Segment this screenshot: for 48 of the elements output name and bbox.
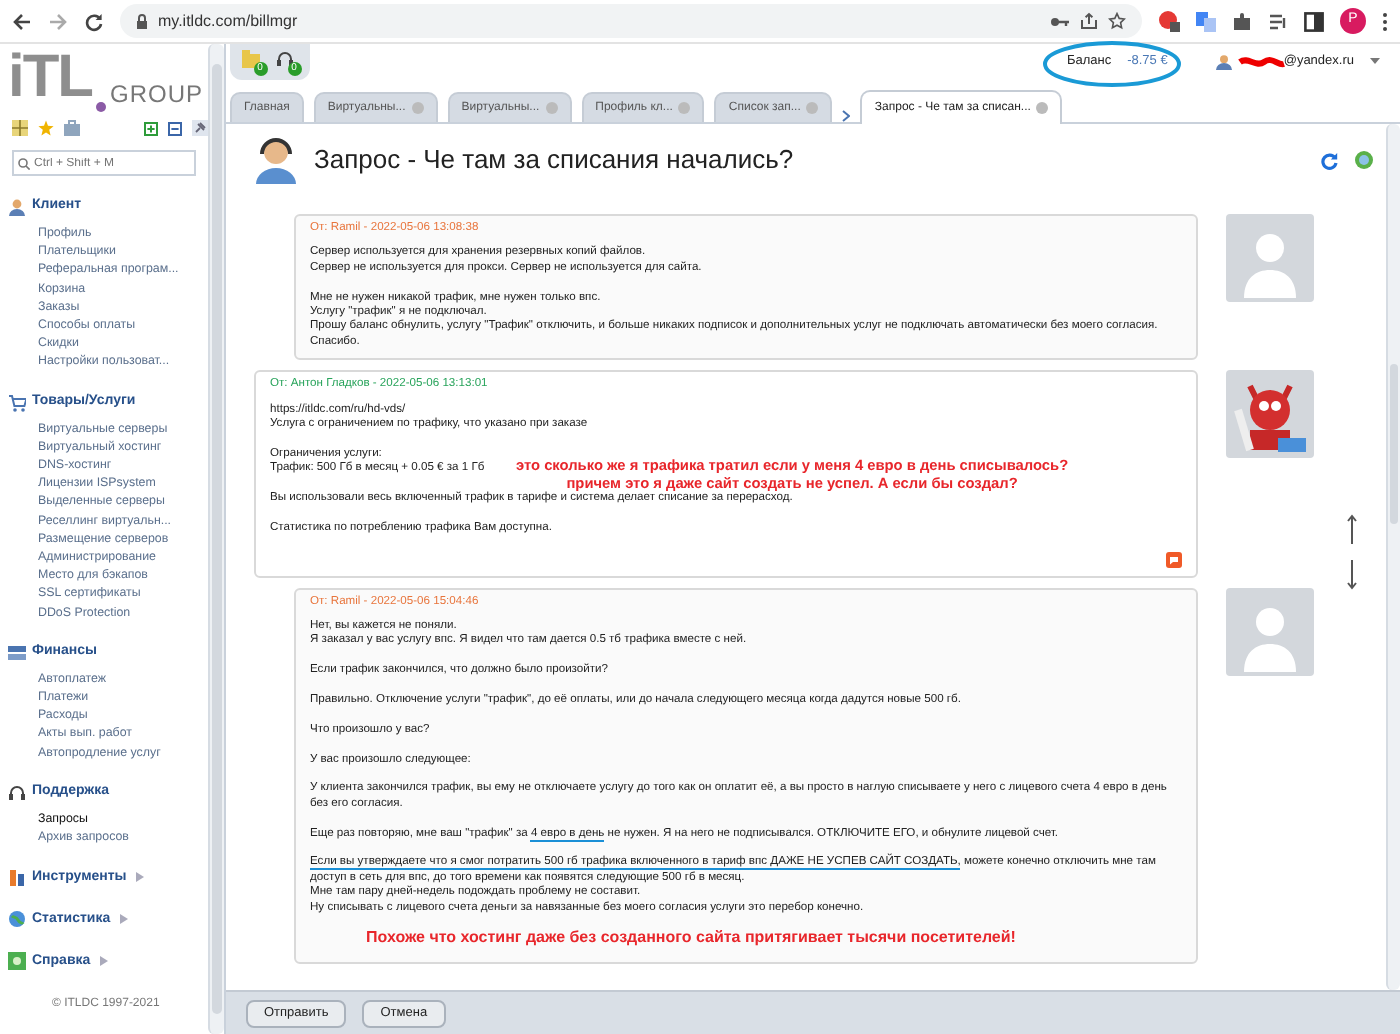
key-icon[interactable] [1050,13,1070,29]
headset-icon [8,783,26,802]
caret-icon[interactable] [1370,57,1380,66]
refresh-icon[interactable] [1320,151,1339,169]
tools-icon [8,868,26,887]
forward-icon[interactable] [48,11,68,31]
back-icon[interactable] [12,11,32,31]
lock-icon [136,13,148,29]
star-icon[interactable] [1108,12,1126,30]
logo-mark: iTL [8,44,92,112]
globe-icon [8,910,26,929]
scroll-arrows[interactable] [1346,514,1359,590]
collapse-icon[interactable] [168,121,182,135]
cartoon-avatar [1226,370,1315,459]
annotation-ellipse [1042,40,1183,88]
logo-dot [96,102,106,112]
scrollbar[interactable] [1386,124,1400,990]
scrollbar[interactable] [208,44,224,1034]
translate-icon[interactable] [1196,11,1216,31]
expand-icon[interactable] [144,121,158,135]
user-icon [8,198,26,216]
headset-icon[interactable] [275,50,295,70]
support-agent-icon [254,136,298,184]
briefcase-icon[interactable] [64,120,80,136]
reload-icon[interactable] [84,11,104,31]
cart-icon [8,393,26,412]
cash-icon [8,643,26,662]
grid-icon[interactable] [12,120,28,136]
logo-word: GROUP [110,78,204,112]
help-icon [8,952,26,971]
avatar-placeholder [1226,214,1315,302]
globe-icon[interactable] [1354,150,1375,170]
share-icon[interactable] [1080,12,1098,30]
ticket-title: Запрос - Че там за списания начались? [314,142,796,179]
annotation-text: Похоже что хостинг даже без созданного сайта притягивает тысячи посетителей! [366,930,1018,946]
pin-icon[interactable] [192,120,208,136]
scribble-mark [1238,54,1286,70]
extension-icon[interactable] [1158,10,1180,32]
user-icon[interactable] [1215,53,1232,70]
folder-icon[interactable] [241,50,261,70]
star-icon[interactable] [38,120,54,136]
avatar-placeholder [1226,587,1315,676]
chevron-icon [842,110,851,122]
reply-icon[interactable] [1166,551,1183,568]
side-panel-icon[interactable] [1304,11,1324,31]
playlist-icon[interactable] [1268,11,1288,31]
search-icon [18,157,30,169]
menu-icon[interactable] [1382,11,1388,31]
